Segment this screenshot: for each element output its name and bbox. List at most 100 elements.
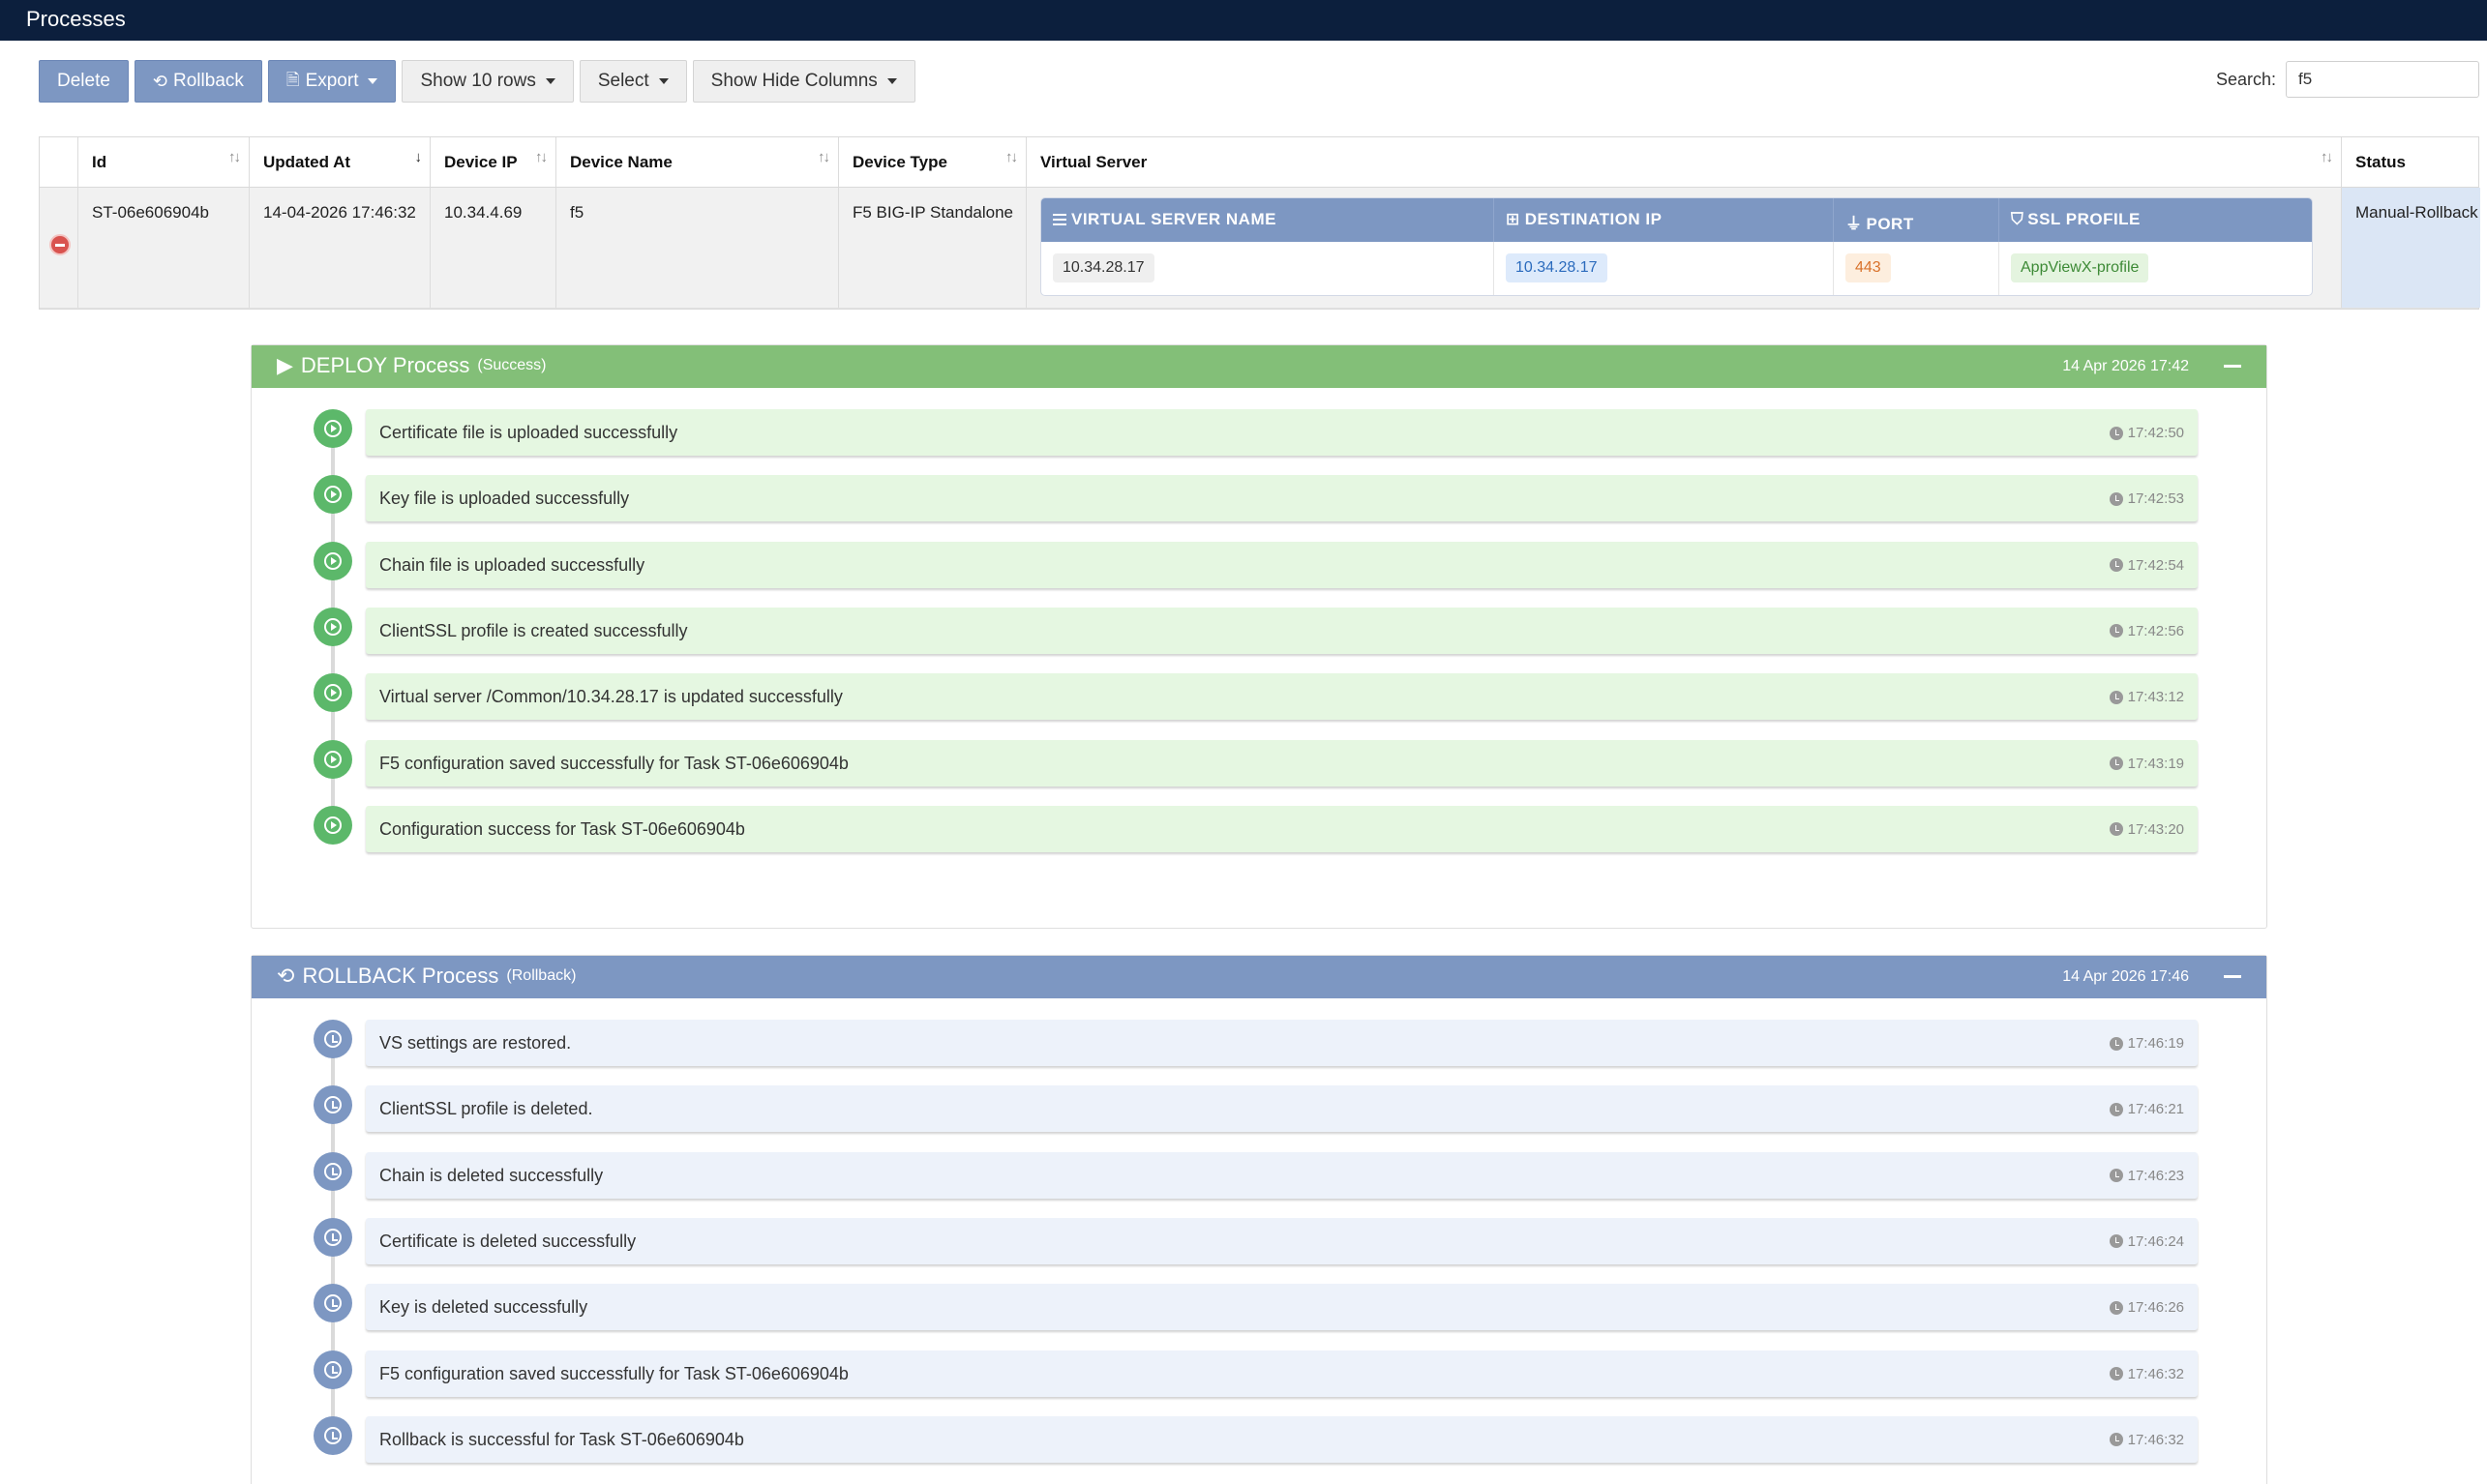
clock-icon	[2109, 690, 2123, 704]
sort-desc-icon: ↓	[414, 149, 422, 165]
rollback-title-text: ROLLBACK Process	[302, 964, 499, 988]
play-circle-icon: ▶	[277, 353, 293, 377]
header-device-name[interactable]: Device Name ↑↓	[556, 137, 839, 187]
history-icon	[314, 1020, 352, 1058]
timeline-time-text: 17:42:56	[2127, 622, 2184, 639]
rollback-process-header[interactable]: ⟲ ROLLBACK Process (Rollback) 14 Apr 202…	[252, 956, 2266, 998]
caret-down-icon	[545, 78, 555, 84]
timeline-step-time: 17:43:20	[2109, 820, 2184, 838]
timeline-step-time: 17:42:56	[2109, 622, 2184, 639]
vs-header-port-label: PORT	[1866, 215, 1914, 233]
virtual-server-row: 10.34.28.17 10.34.28.17 443 AppViewX-pro…	[1041, 242, 2312, 295]
timeline-item: F5 configuration saved successfully for …	[314, 739, 2201, 790]
clock-icon	[2109, 624, 2123, 638]
vs-header-destination-ip: ⊞ DESTINATION IP	[1494, 198, 1834, 242]
deploy-process-panel: ▶ DEPLOY Process (Success) 14 Apr 2026 1…	[251, 344, 2267, 929]
shield-icon: ⛉	[2011, 210, 2024, 228]
timeline-item: Chain is deleted successfully 17:46:23	[314, 1151, 2201, 1202]
list-icon	[1053, 214, 1066, 225]
file-export-icon: 🗎	[285, 70, 300, 89]
header-updated-at-label: Updated At	[263, 153, 351, 171]
vs-header-name-label: VIRTUAL SERVER NAME	[1071, 210, 1276, 228]
timeline-step-text: Certificate is deleted successfully	[379, 1231, 637, 1251]
timeline-item: Key is deleted successfully 17:46:26	[314, 1284, 2201, 1334]
timeline-item: F5 configuration saved successfully for …	[314, 1350, 2201, 1401]
timeline-item: Certificate file is uploaded successfull…	[314, 409, 2201, 460]
show-rows-label: Show 10 rows	[420, 71, 536, 91]
show-rows-button[interactable]: Show 10 rows	[402, 60, 574, 103]
sort-icon: ↑↓	[228, 149, 241, 165]
timeline-card: Certificate is deleted successfully 17:46…	[366, 1217, 2198, 1264]
header-virtual-server-label: Virtual Server	[1040, 153, 1148, 171]
timeline-time-text: 17:46:26	[2127, 1299, 2184, 1317]
timeline-time-text: 17:43:20	[2127, 820, 2184, 838]
timeline-step-time: 17:46:32	[2109, 1432, 2184, 1448]
header-id[interactable]: Id ↑↓	[78, 137, 250, 187]
header-updated-at[interactable]: Updated At ↓	[250, 137, 431, 187]
timeline-card: VS settings are restored. 17:46:19	[366, 1020, 2198, 1066]
clock-icon	[2109, 1234, 2123, 1249]
clock-icon	[2109, 1169, 2123, 1183]
export-button[interactable]: 🗎 Export	[267, 60, 397, 103]
timeline-time-text: 17:43:12	[2127, 689, 2184, 706]
sort-icon: ↑↓	[2321, 149, 2333, 165]
sort-icon: ↑↓	[535, 149, 548, 165]
timeline-step-text: Configuration success for Task ST-06e606…	[379, 818, 745, 839]
cell-device-type: F5 BIG-IP Standalone	[839, 188, 1027, 308]
collapse-minus-icon[interactable]	[2224, 975, 2241, 978]
clock-icon	[2109, 491, 2123, 506]
vs-name-chip: 10.34.28.17	[1053, 253, 1154, 282]
timeline-card: Configuration success for Task ST-06e606…	[366, 805, 2198, 852]
vs-header-ssl-profile: ⛉ SSL PROFILE	[1999, 198, 2312, 242]
deploy-date: 14 Apr 2026 17:42	[2062, 358, 2189, 374]
clock-icon	[2109, 757, 2123, 770]
select-button[interactable]: Select	[579, 60, 687, 103]
header-device-name-label: Device Name	[570, 153, 673, 171]
header-virtual-server[interactable]: Virtual Server ↑↓	[1027, 137, 2342, 187]
timeline-step-text: VS settings are restored.	[379, 1033, 572, 1053]
timeline-step-text: ClientSSL profile is created successfull…	[379, 620, 688, 640]
timeline-step-text: F5 configuration saved successfully for …	[379, 753, 849, 773]
vs-ssl-profile-cell: AppViewX-profile	[1999, 242, 2312, 295]
collapse-minus-icon[interactable]	[49, 234, 71, 255]
header-expand	[40, 137, 78, 187]
vs-port-cell: 443	[1834, 242, 1999, 295]
history-icon	[314, 1151, 352, 1191]
rollback-button-label: Rollback	[173, 71, 244, 91]
history-icon	[314, 1217, 352, 1257]
header-device-ip[interactable]: Device IP ↑↓	[431, 137, 556, 187]
cell-virtual-server: VIRTUAL SERVER NAME ⊞ DESTINATION IP ⏚ POR…	[1027, 188, 2342, 308]
clock-icon	[2109, 1433, 2123, 1447]
timeline-step-text: Certificate file is uploaded successfull…	[379, 423, 678, 442]
collapse-minus-icon[interactable]	[2224, 365, 2241, 368]
show-hide-columns-button[interactable]: Show Hide Columns	[692, 60, 915, 103]
cell-status: Manual-Rollback	[2342, 188, 2480, 308]
timeline-card: Key is deleted successfully 17:46:26	[366, 1284, 2198, 1331]
timeline-time-text: 17:46:23	[2127, 1167, 2184, 1184]
delete-button-label: Delete	[57, 71, 110, 91]
header-device-type-label: Device Type	[853, 153, 947, 171]
row-collapse-cell[interactable]	[40, 188, 78, 308]
deploy-title-text: DEPLOY Process	[300, 353, 470, 377]
header-device-type[interactable]: Device Type ↑↓	[839, 137, 1027, 187]
header-status[interactable]: Status	[2342, 137, 2480, 187]
timeline-time-text: 17:46:21	[2127, 1101, 2184, 1118]
deploy-process-header[interactable]: ▶ DEPLOY Process (Success) 14 Apr 2026 1…	[252, 345, 2266, 388]
timeline-item: Virtual server /Common/10.34.28.17 is up…	[314, 673, 2201, 724]
history-icon	[314, 1350, 352, 1389]
timeline-card: Chain is deleted successfully 17:46:23	[366, 1151, 2198, 1199]
timeline-step-text: Rollback is successful for Task ST-06e60…	[379, 1429, 744, 1449]
timeline-time-text: 17:42:50	[2127, 425, 2184, 441]
timeline-card: Certificate file is uploaded successfull…	[366, 409, 2198, 456]
timeline-time-text: 17:42:53	[2127, 490, 2184, 508]
clock-icon	[2109, 1036, 2123, 1051]
timeline-step-time: 17:46:19	[2109, 1035, 2184, 1052]
cell-device-name: f5	[556, 188, 839, 308]
page-title: Processes	[26, 7, 126, 31]
rollback-button[interactable]: ⟲ Rollback	[134, 60, 262, 103]
clock-icon	[2109, 1300, 2123, 1315]
clock-icon	[2109, 1102, 2123, 1116]
vs-header-destination-ip-label: DESTINATION IP	[1524, 210, 1663, 228]
search-input[interactable]	[2286, 61, 2479, 98]
delete-button[interactable]: Delete	[39, 60, 129, 103]
